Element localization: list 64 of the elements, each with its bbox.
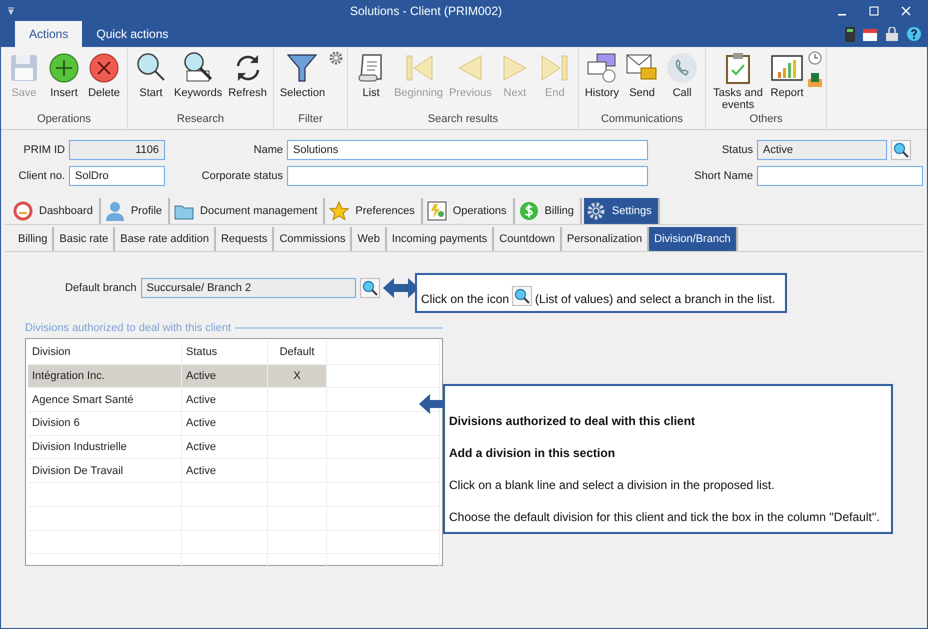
ribbon-button[interactable]: Start [132, 49, 170, 101]
table-cell: Active [186, 464, 216, 477]
table-cell: Intégration Inc. [32, 370, 105, 382]
field-label: Corporate status [200, 170, 283, 182]
ribbon-tab[interactable]: Actions [15, 21, 82, 47]
table-row[interactable]: Division Industrielle Active [28, 436, 440, 460]
table-cell: Agence Smart Santé [32, 394, 134, 406]
ribbon-button[interactable]: List [352, 49, 390, 101]
group-label: Others [748, 113, 784, 127]
ribbon-button[interactable]: Keywords [172, 49, 224, 101]
field-label: PRIM ID [22, 144, 65, 156]
table-cell: Division De Travail [32, 464, 124, 477]
table-cell: Division Industrielle [32, 441, 127, 454]
callout-text: Add a division in this section [449, 446, 616, 460]
field-label: Status [720, 144, 753, 156]
column-header: Status [182, 341, 268, 364]
ribbon-button[interactable]: Report [768, 49, 806, 101]
input-field[interactable]: Succursale/ Branch 2 [140, 278, 356, 298]
ribbon-button[interactable]: Call [663, 49, 702, 101]
ribbon-button[interactable]: Send [623, 49, 662, 101]
table-cell: X [293, 370, 301, 382]
callout-text: Choose the default division for this client and tick the box in the column ''Default''. [449, 510, 881, 524]
group-label: Research [176, 113, 225, 127]
ribbon-button[interactable]: Selection [278, 49, 328, 101]
ribbon-button[interactable]: History [582, 49, 622, 101]
table-cell: Active [186, 394, 216, 406]
input-field[interactable]: SolDro [69, 166, 165, 186]
input-field[interactable]: 1106 [69, 140, 165, 160]
column-header: Division [28, 341, 182, 364]
input-field[interactable]: Active [757, 140, 887, 160]
group-legend: Divisions authorized to deal with this client [25, 322, 232, 334]
ribbon-button[interactable]: Tasks and events [710, 49, 766, 113]
group-label: Filter [297, 113, 324, 127]
table-cell: Active [186, 417, 216, 430]
tab[interactable]: Document management [172, 198, 326, 224]
ribbon-button[interactable]: Insert [45, 49, 83, 101]
ribbon-button[interactable]: Delete [85, 49, 123, 101]
field-label: Default branch [65, 282, 137, 294]
ribbon-button[interactable]: Refresh [226, 49, 269, 101]
tab[interactable]: Dashboard [11, 198, 101, 224]
input-field[interactable]: Solutions [287, 140, 648, 160]
table-row[interactable]: Division De Travail Active [28, 459, 440, 484]
callout-text: (List of values) and select a branch in the list. [535, 292, 776, 306]
column-header: Default [268, 341, 327, 364]
window-title: Solutions - Client (PRIM002) [348, 4, 504, 18]
callout-text: Click on a blank line and select a division in the proposed list. [449, 478, 776, 492]
field-label: Name [252, 144, 283, 156]
group-label: Search results [426, 113, 500, 127]
group-label: Operations [36, 113, 92, 127]
callout-text: Divisions authorized to deal with this client [449, 414, 696, 428]
tab[interactable]: Division/Branch [649, 227, 738, 251]
table-cell: Active [186, 441, 216, 454]
field-label: Short Name [693, 170, 753, 182]
group-label: Communications [600, 113, 684, 127]
ribbon-tab[interactable]: Quick actions [82, 21, 182, 47]
callout-text: Click on the icon [421, 292, 510, 306]
table-row[interactable]: Intégration Inc. Active X [28, 364, 440, 388]
table-cell: Active [186, 370, 216, 382]
tab[interactable]: Operations [424, 198, 515, 224]
table-cell: Division 6 [32, 417, 80, 430]
field-label: Client no. [18, 170, 65, 182]
tab[interactable]: Preferences [327, 198, 423, 224]
table-row[interactable]: Division 6 Active [28, 412, 440, 436]
tab[interactable]: Settings [584, 198, 660, 224]
